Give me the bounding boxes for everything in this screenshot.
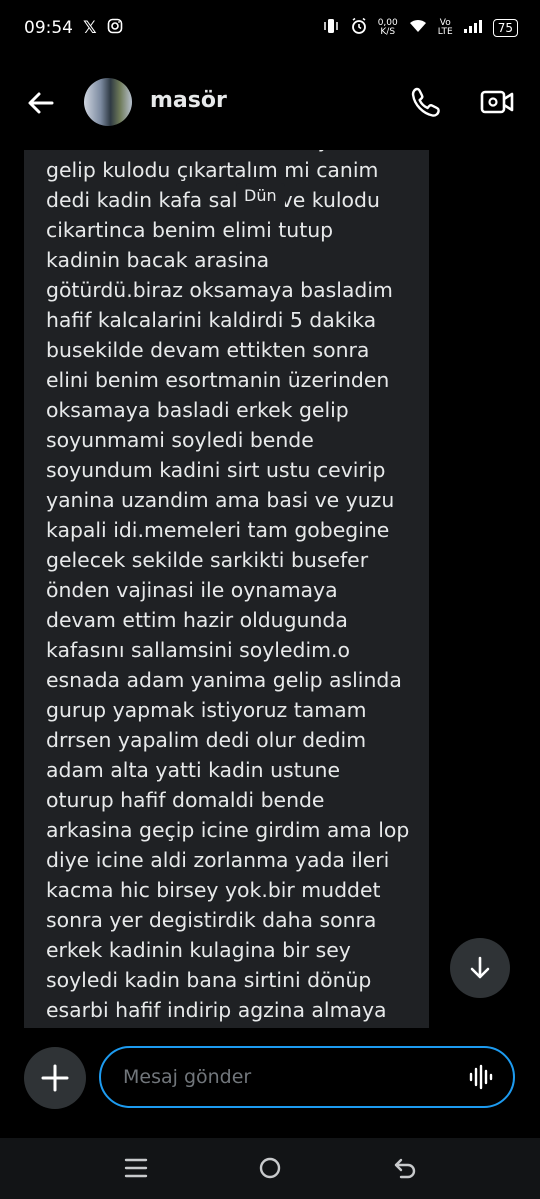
battery-icon: 75 <box>492 19 518 37</box>
wifi-icon <box>408 18 428 39</box>
add-attachment-button[interactable] <box>24 1047 86 1109</box>
speed-unit: K/S <box>380 27 396 37</box>
arrow-down-icon <box>470 956 490 979</box>
status-time: 09:54 <box>24 18 73 38</box>
message-text: bakarakdiadu sonra erkek yanimiza gelip … <box>46 150 410 1022</box>
avatar[interactable] <box>84 78 132 126</box>
network-speed: 0,00 K/S <box>378 19 398 37</box>
composer-bar: Mesaj gönder <box>0 1040 540 1116</box>
chat-header: masör <box>0 60 540 146</box>
message-input[interactable]: Mesaj gönder <box>99 1046 515 1108</box>
day-separator: Dün <box>236 183 285 208</box>
plus-icon <box>41 1064 69 1092</box>
system-nav-bar <box>0 1138 540 1199</box>
volte-indicator: Vo LTE <box>438 19 453 37</box>
voice-message-icon[interactable] <box>466 1062 496 1092</box>
recent-apps-icon[interactable] <box>124 1158 148 1178</box>
signal-icon <box>463 18 483 39</box>
message-bubble[interactable]: bakarakdiadu sonra erkek yanimiza gelip … <box>24 150 429 1028</box>
instagram-icon <box>107 18 123 39</box>
vibrate-icon <box>322 17 340 40</box>
contact-name[interactable]: masör <box>150 88 227 113</box>
alarm-icon <box>350 17 368 40</box>
status-left: 09:54 𝕏 <box>24 18 123 39</box>
video-call-icon[interactable] <box>478 84 518 120</box>
phone-icon[interactable] <box>408 84 444 120</box>
volte-bottom: LTE <box>437 27 453 37</box>
x-logo-icon: 𝕏 <box>83 18 97 38</box>
scroll-to-bottom-button[interactable] <box>450 938 510 998</box>
home-icon[interactable] <box>258 1156 282 1180</box>
status-bar: 09:54 𝕏 0,00 K/S Vo LTE 75 <box>0 0 540 56</box>
status-right: 0,00 K/S Vo LTE 75 <box>322 17 518 40</box>
system-back-icon[interactable] <box>393 1156 417 1180</box>
back-arrow-icon[interactable] <box>24 86 58 120</box>
